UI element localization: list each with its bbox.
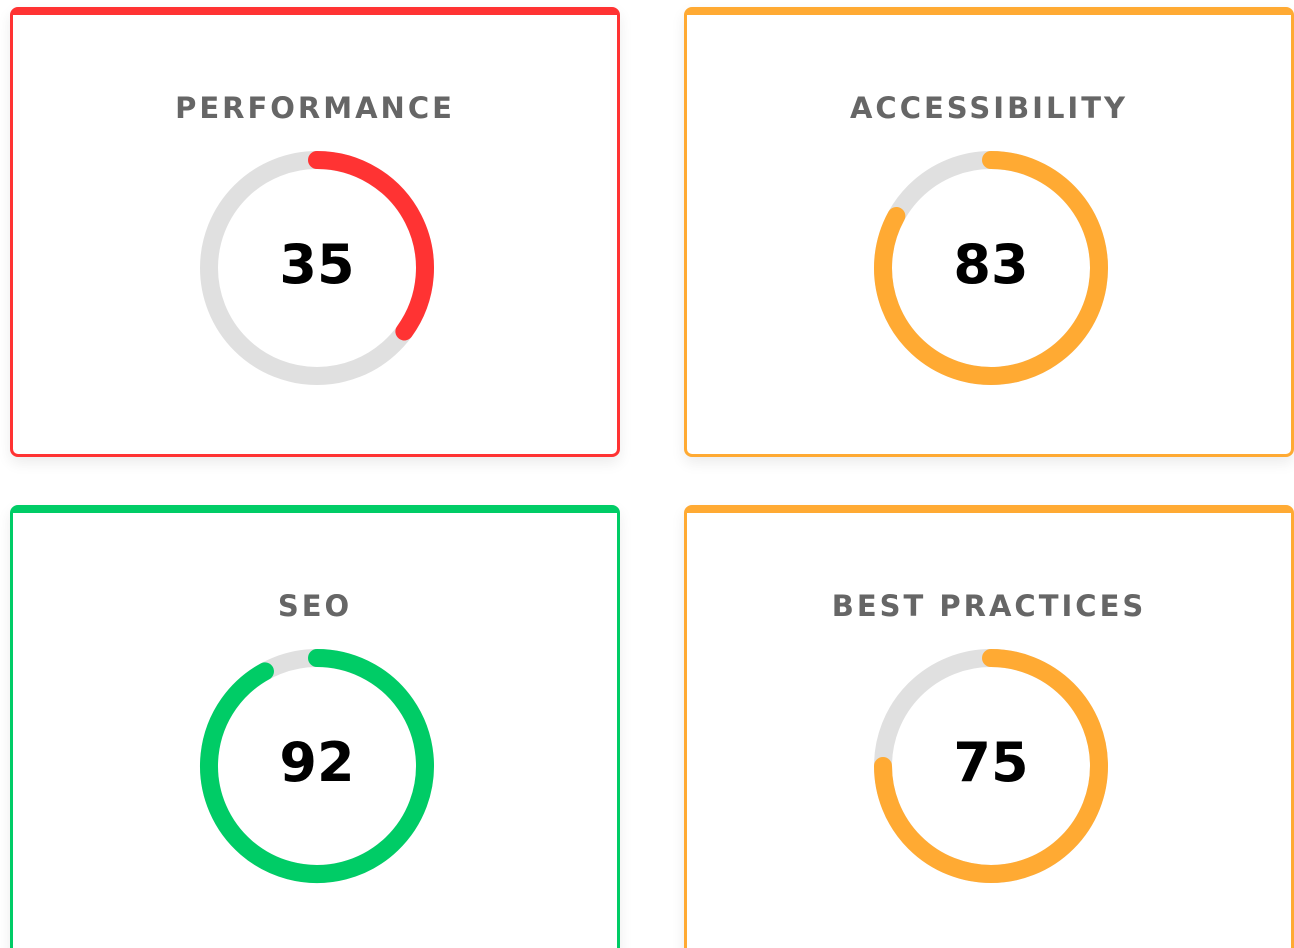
score-value: 35 bbox=[279, 233, 355, 296]
card-title: BEST PRACTICES bbox=[831, 589, 1147, 623]
score-value: 75 bbox=[953, 731, 1029, 794]
score-grid: PERFORMANCE 35 ACCESSIBILITY 83 SEO 92 B… bbox=[0, 0, 1294, 948]
card-title: SEO bbox=[277, 589, 353, 623]
seo-gauge: 92 bbox=[199, 648, 435, 884]
best-practices-gauge: 75 bbox=[873, 648, 1109, 884]
best-practices-card[interactable]: BEST PRACTICES 75 bbox=[684, 505, 1294, 948]
accessibility-gauge: 83 bbox=[873, 150, 1109, 386]
card-title: PERFORMANCE bbox=[175, 91, 455, 125]
seo-card[interactable]: SEO 92 bbox=[10, 505, 620, 948]
performance-card[interactable]: PERFORMANCE 35 bbox=[10, 7, 620, 457]
accessibility-card[interactable]: ACCESSIBILITY 83 bbox=[684, 7, 1294, 457]
score-value: 92 bbox=[279, 731, 355, 794]
card-title: ACCESSIBILITY bbox=[849, 91, 1129, 125]
score-value: 83 bbox=[953, 233, 1029, 296]
performance-gauge: 35 bbox=[199, 150, 435, 386]
